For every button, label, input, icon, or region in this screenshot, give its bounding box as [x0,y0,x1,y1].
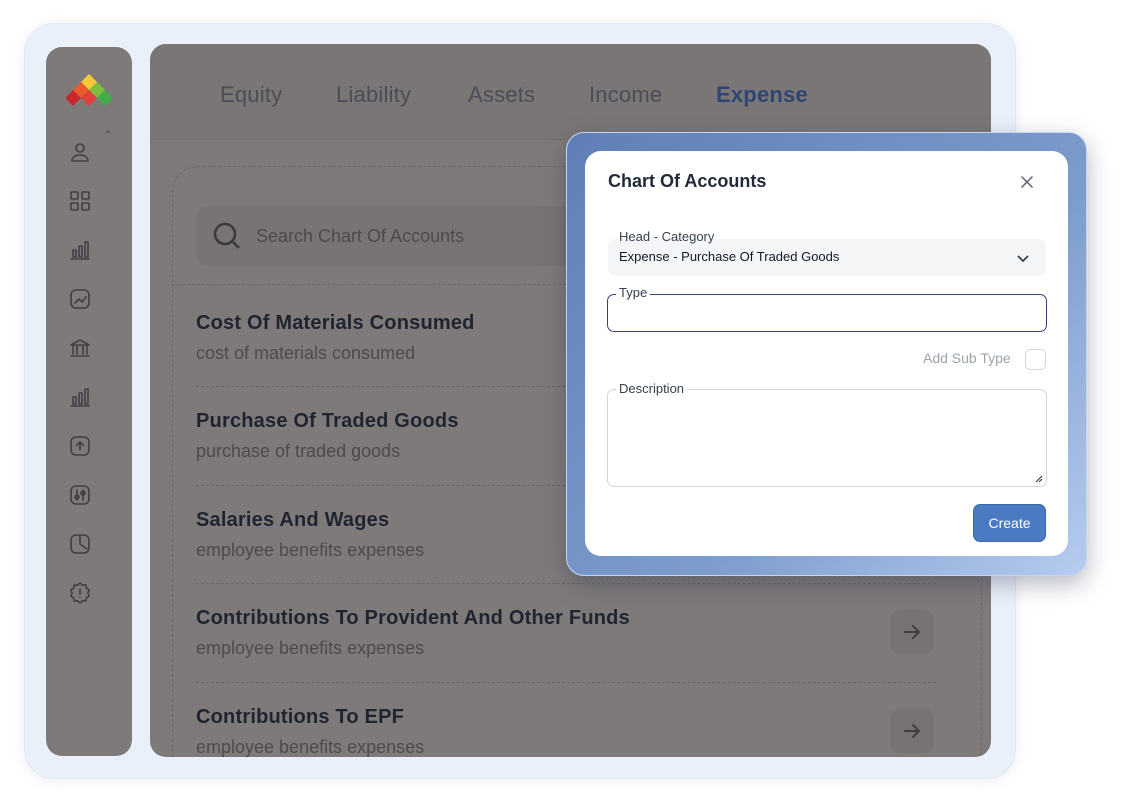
divider [196,682,936,683]
add-sub-type-checkbox[interactable] [1025,349,1046,370]
account-title: Contributions To Provident And Other Fun… [196,607,630,629]
search-input[interactable]: Search Chart Of Accounts [196,206,616,266]
list-item[interactable]: Contributions To EPF employee benefits e… [196,706,936,757]
arrow-right-icon [904,724,920,738]
close-icon [1021,176,1033,188]
trend-chart-icon[interactable] [66,285,94,313]
tab-income[interactable]: Income [589,82,662,108]
head-category-value: Expense - Purchase Of Traded Goods [619,249,840,264]
close-button[interactable] [1018,173,1036,191]
head-category-select[interactable]: Head - Category Expense - Purchase Of Tr… [608,229,1046,276]
list-item[interactable]: Contributions To Provident And Other Fun… [196,607,936,659]
sliders-icon[interactable] [66,481,94,509]
upload-icon[interactable] [66,432,94,460]
open-account-button[interactable] [890,709,934,753]
description-label: Description [616,381,688,396]
tab-expense[interactable]: Expense [716,82,808,108]
account-subtitle: employee benefits expenses [196,638,425,658]
description-field[interactable]: Description [607,381,1047,487]
bank-icon[interactable] [66,334,94,362]
bar-chart-icon[interactable] [66,383,94,411]
chevron-down-icon [1017,255,1029,263]
type-label: Type [616,285,651,300]
search-icon [213,222,240,249]
tab-assets[interactable]: Assets [468,82,535,108]
open-account-button[interactable] [890,610,934,654]
collapse-chevron-icon[interactable]: ⌃ [103,128,113,142]
report-icon[interactable] [66,530,94,558]
create-button[interactable]: Create [973,504,1046,542]
search-placeholder: Search Chart Of Accounts [256,225,465,246]
tab-liability[interactable]: Liability [336,82,411,108]
bar-chart-icon[interactable] [66,236,94,264]
tab-bar: Equity Liability Assets Income Expense [150,44,991,140]
chart-of-accounts-dialog: Chart Of Accounts Head - Category Expens… [585,151,1068,556]
add-sub-type-label: Add Sub Type [923,350,1011,366]
type-field[interactable]: Type [607,285,1047,332]
alert-badge-icon[interactable] [66,579,94,607]
arrow-right-icon [904,625,920,639]
grid-icon[interactable] [66,187,94,215]
resize-grip-icon[interactable] [1033,473,1043,483]
account-title: Contributions To EPF [196,706,405,728]
user-icon[interactable] [66,138,94,166]
dialog-title: Chart Of Accounts [608,171,767,191]
app-logo-icon [66,74,112,106]
divider [196,583,936,584]
head-category-label: Head - Category [619,229,715,244]
tab-equity[interactable]: Equity [220,82,282,108]
account-subtitle: employee benefits expenses [196,737,425,757]
